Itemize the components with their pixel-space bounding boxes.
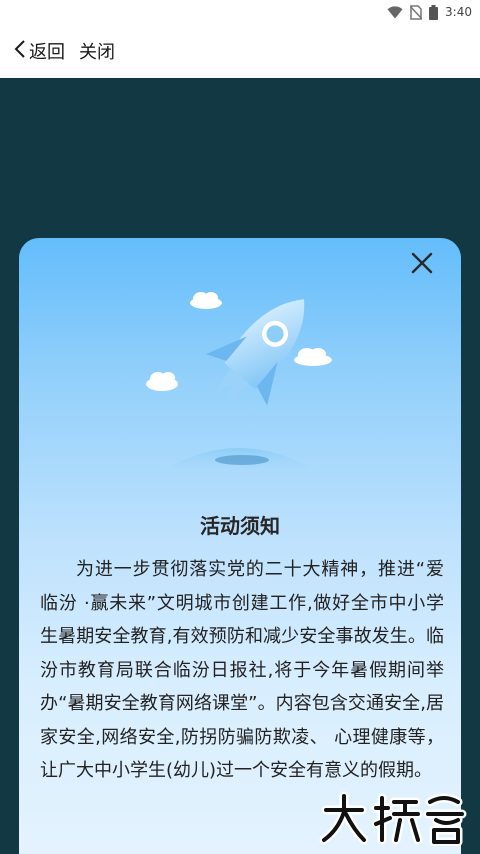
watermark-logo: [319, 791, 467, 846]
status-time: 3:40: [445, 5, 472, 19]
nav-bar: 返回 关闭: [0, 24, 480, 78]
back-button[interactable]: 返回: [14, 38, 65, 64]
wifi-icon: [387, 5, 403, 19]
modal-title: 活动须知: [200, 514, 280, 538]
rocket-illustration: [146, 292, 332, 473]
status-bar: 3:40: [0, 0, 480, 24]
modal-body: 为进一步贯彻落实党的二十大精神，推进“爱临汾 ·赢未来”文明城市创建工作,做好全…: [40, 553, 444, 788]
notice-modal: 活动须知 为进一步贯彻落实党的二十大精神，推进“爱临汾 ·赢未来”文明城市创建工…: [19, 238, 461, 854]
no-sim-icon: [410, 4, 423, 20]
battery-icon: [429, 4, 439, 20]
close-page-button[interactable]: 关闭: [79, 38, 115, 64]
modal-body-text: 为进一步贯彻落实党的二十大精神，推进“爱临汾 ·赢未来”文明城市创建工作,做好全…: [40, 559, 444, 781]
close-icon[interactable]: [407, 248, 437, 278]
chevron-left-icon: [14, 39, 29, 63]
back-label: 返回: [29, 42, 65, 63]
